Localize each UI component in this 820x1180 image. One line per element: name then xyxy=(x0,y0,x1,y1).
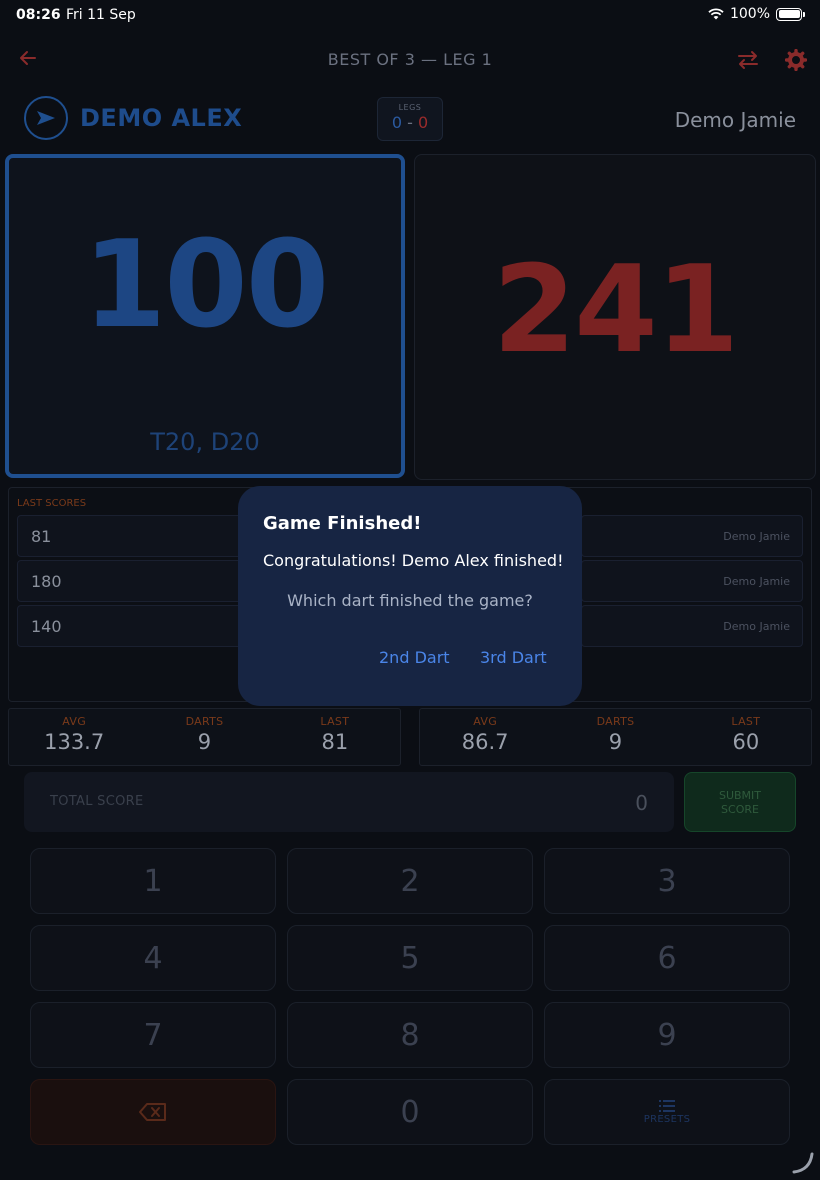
avg-value: 133.7 xyxy=(44,730,105,754)
darts-label: DARTS xyxy=(596,715,635,728)
total-score-label: TOTAL SCORE xyxy=(50,794,144,809)
last-score-value: 140 xyxy=(31,617,62,636)
status-time: 08:26 xyxy=(16,7,61,23)
avg-value: 86.7 xyxy=(461,730,509,754)
submit-line2: SCORE xyxy=(721,803,759,817)
player1-stats: AVG 133.7 DARTS 9 LAST 81 xyxy=(8,708,401,766)
backspace-button[interactable] xyxy=(30,1079,276,1145)
last-label: LAST xyxy=(731,715,761,728)
key-9[interactable]: 9 xyxy=(544,1002,790,1068)
player1-remaining: 100 xyxy=(82,216,330,355)
last-label: LAST xyxy=(320,715,350,728)
player1-active-badge xyxy=(24,96,68,140)
game-finished-dialog: Game Finished! Congratulations! Demo Ale… xyxy=(238,486,582,706)
key-1[interactable]: 1 xyxy=(30,848,276,914)
last-scores-label: LAST SCORES xyxy=(17,498,87,509)
submit-line1: SUBMIT xyxy=(718,789,762,802)
player1-score-panel: 100 T20, D20 xyxy=(5,154,405,478)
avg-label: AVG xyxy=(473,715,498,728)
swap-icon xyxy=(738,51,758,69)
resize-handle-icon xyxy=(792,1152,814,1174)
gear-icon xyxy=(784,48,808,72)
last-value: 60 xyxy=(732,730,760,754)
key-3[interactable]: 3 xyxy=(544,848,790,914)
last-score-player: Demo Jamie xyxy=(723,530,790,543)
key-2[interactable]: 2 xyxy=(287,848,533,914)
dialog-message: Congratulations! Demo Alex finished! xyxy=(263,551,564,570)
total-score-value: 0 xyxy=(635,791,648,815)
avg-label: AVG xyxy=(62,715,87,728)
last-score-player: Demo Jamie xyxy=(723,620,790,633)
player2-stats: AVG 86.7 DARTS 9 LAST 60 xyxy=(419,708,812,766)
submit-score-button[interactable]: SUBMIT SCORE xyxy=(684,772,796,832)
battery-icon xyxy=(776,7,805,21)
presets-label: PRESETS xyxy=(643,1113,691,1125)
player1-name: DEMO ALEX xyxy=(80,104,243,132)
legs-counter: LEGS 0 - 0 xyxy=(377,97,443,141)
last-score-row: Demo Jamie xyxy=(581,515,803,557)
player2-score-panel: 241 xyxy=(414,154,816,480)
last-score-value: 81 xyxy=(31,527,52,546)
darts-value: 9 xyxy=(608,730,623,754)
key-7[interactable]: 7 xyxy=(30,1002,276,1068)
last-score-row: Demo Jamie xyxy=(581,560,803,602)
status-indicators: 100% xyxy=(708,6,805,22)
legs-p1: 0 xyxy=(391,113,403,132)
key-4[interactable]: 4 xyxy=(30,925,276,991)
status-date: Fri 11 Sep xyxy=(66,7,136,23)
second-dart-button[interactable]: 2nd Dart xyxy=(379,648,450,667)
swap-button[interactable] xyxy=(736,50,760,74)
last-score-row: Demo Jamie xyxy=(581,605,803,647)
player2-name: Demo Jamie xyxy=(674,108,796,132)
darts-value: 9 xyxy=(197,730,212,754)
darts-label: DARTS xyxy=(185,715,224,728)
third-dart-button[interactable]: 3rd Dart xyxy=(480,648,547,667)
last-score-row: 180 xyxy=(17,560,257,602)
total-score-input[interactable]: TOTAL SCORE 0 xyxy=(24,772,674,832)
play-arrow-icon xyxy=(37,111,55,125)
key-6[interactable]: 6 xyxy=(544,925,790,991)
last-score-player: Demo Jamie xyxy=(723,575,790,588)
wifi-icon xyxy=(708,8,724,20)
battery-percent: 100% xyxy=(729,6,770,22)
player2-remaining: 241 xyxy=(492,241,740,380)
list-icon xyxy=(659,1099,675,1112)
last-score-value: 180 xyxy=(31,572,62,591)
last-value: 81 xyxy=(321,730,349,754)
legs-label: LEGS xyxy=(398,103,422,112)
legs-separator: - xyxy=(407,113,413,132)
dialog-question: Which dart finished the game? xyxy=(287,591,533,610)
last-score-row: 140 xyxy=(17,605,257,647)
key-0[interactable]: 0 xyxy=(287,1079,533,1145)
legs-p2: 0 xyxy=(417,113,429,132)
presets-button[interactable]: PRESETS xyxy=(544,1079,790,1145)
key-5[interactable]: 5 xyxy=(287,925,533,991)
last-score-row: 81 xyxy=(17,515,257,557)
settings-button[interactable] xyxy=(784,48,808,75)
match-title: BEST OF 3 — LEG 1 xyxy=(327,50,493,69)
key-8[interactable]: 8 xyxy=(287,1002,533,1068)
player1-checkout-hint: T20, D20 xyxy=(150,428,260,456)
dialog-title: Game Finished! xyxy=(263,513,422,534)
backspace-icon xyxy=(139,1103,166,1121)
